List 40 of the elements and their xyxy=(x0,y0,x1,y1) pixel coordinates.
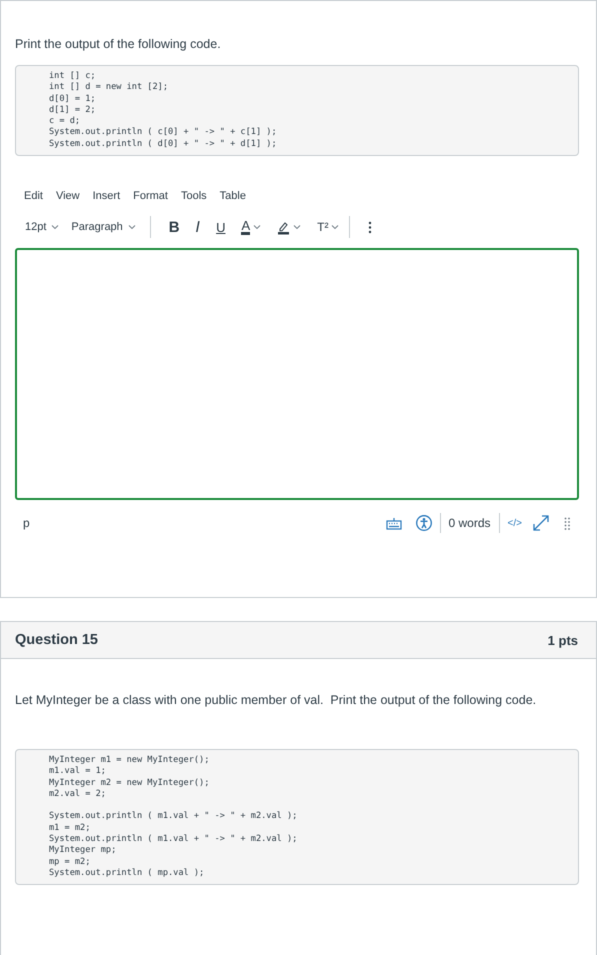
menu-item[interactable]: Format xyxy=(133,190,168,202)
keyboard-button[interactable] xyxy=(386,516,402,530)
expand-icon xyxy=(532,514,550,532)
keyboard-icon xyxy=(386,516,402,530)
italic-button[interactable]: I xyxy=(196,218,200,236)
menu-item[interactable]: View xyxy=(56,190,80,202)
caret-icon xyxy=(293,224,302,230)
menu-item[interactable]: Table xyxy=(220,190,246,202)
resize-handle-icon[interactable] xyxy=(564,516,571,530)
underline-button[interactable]: U xyxy=(216,220,226,235)
menu-item[interactable]: Tools xyxy=(180,190,207,202)
word-count: 0 words xyxy=(448,516,491,530)
highlight-button[interactable] xyxy=(277,220,302,235)
more-button[interactable] xyxy=(368,220,372,234)
caret-icon xyxy=(253,224,262,230)
element-path: p xyxy=(23,516,30,530)
code-text: int [] c; int [] d = new int [2]; d[0] = 1; d[1] = 2; c = d; System.out.println ( c[0] + " -> " + c[1] ); System.out.println ( d[0] + " -> " + d[1] ); xyxy=(49,71,277,150)
points-label: 1 pts xyxy=(548,632,578,648)
code-text: MyInteger m1 = new MyInteger(); m1.val = 1; MyInteger m2 = new MyInteger(); m2.val = 2; xyxy=(49,755,210,800)
html-editor-button[interactable]: </> xyxy=(508,518,522,529)
accessibility-icon xyxy=(416,515,432,532)
code-text: System.out.println ( m1.val + " -> " + m2.val ); m1 = m2; System.out.println ( m1.val + " -> " + m2.val ); MyInteger mp; mp = m2; System.out.println ( mp.val ); xyxy=(49,811,298,880)
dropdown-button[interactable]: Paragraph xyxy=(71,221,136,234)
caret-icon xyxy=(51,224,60,230)
highlighter-icon xyxy=(277,220,290,235)
question-text: Print the output of the following code. xyxy=(15,37,222,51)
bold-button[interactable]: B xyxy=(168,218,180,236)
fullscreen-button[interactable] xyxy=(532,514,550,532)
menu-item[interactable]: Insert xyxy=(92,190,120,202)
caret-icon xyxy=(128,224,136,230)
text-color-button[interactable]: A xyxy=(241,220,262,235)
accessibility-button[interactable] xyxy=(416,515,432,532)
caret-icon xyxy=(331,224,340,230)
superscript-button[interactable]: T² xyxy=(317,220,340,234)
menu-item[interactable]: Edit xyxy=(24,190,43,202)
more-icon xyxy=(368,220,372,234)
text-editor-area[interactable] xyxy=(15,248,579,500)
question-title: Question 15 xyxy=(15,632,98,648)
question-text: Let MyInteger be a class with one public member of val. Print the output of the following code. xyxy=(15,693,538,707)
dropdown-button[interactable]: 12pt xyxy=(25,221,60,234)
